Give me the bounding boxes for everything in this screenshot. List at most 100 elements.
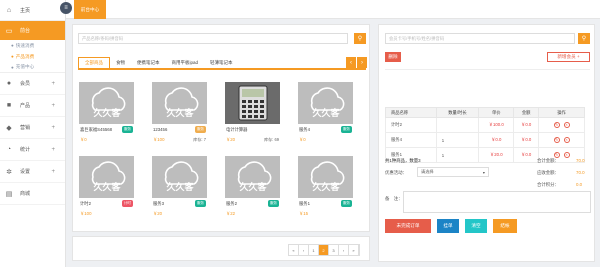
tab-portable-notebook[interactable]: 便携笔记本 [131,57,166,68]
svg-text:久久客: 久久客 [312,181,340,192]
menu-toggle-icon[interactable]: ≡ [60,2,72,14]
sidebar-item-marketing[interactable]: ◆ 营销 + [0,117,65,139]
points-label: 合计积分： [537,182,559,187]
cart-summary: 共1种商品，数量3 [385,158,421,163]
caret-down-icon: ▾ [482,169,485,175]
product-card[interactable]: 久久客 服务2 服务 ￥22 [225,156,280,222]
tag-icon: ◆ [6,124,12,132]
tab-all[interactable]: 全部商品 [78,57,110,68]
tabs-next-button[interactable]: › [357,57,367,68]
product-price: ￥0 [80,137,87,142]
product-image-placeholder: 久久客 [298,156,353,198]
plus-icon: + [51,80,55,87]
product-image-placeholder: 久久客 [79,156,134,198]
edit-icon[interactable]: ✎ [553,122,560,128]
product-type-badge: 服务 [267,200,279,207]
product-price: ￥20 [153,211,163,216]
cart-item-name: 服务4 [385,132,437,148]
product-image-placeholder: 久久客 [79,82,134,124]
product-type-badge: 服务 [194,200,206,207]
delete-icon[interactable]: × [563,152,570,158]
sidebar-item-front[interactable]: ▭ 前台 [0,21,65,40]
sidebar-sub-product[interactable]: ● 产品消费 [0,51,65,62]
svg-text:久久客: 久久客 [93,107,121,118]
sidebar-front-label: 前台 [20,28,31,34]
sidebar-item-settings[interactable]: ✲ 设置 + [0,161,65,183]
product-name: 服务4 [299,127,310,132]
settle-button[interactable]: 结帐 [493,219,517,233]
tab-ipad[interactable]: 商用平板ipad [166,57,205,68]
sidebar-item-mall[interactable]: ▤ 商城 [0,183,65,205]
product-card[interactable]: 电计计算器 ￥20 库存: 69 [225,82,280,148]
sidebar-item-stats[interactable]: ◔ 统计 + [0,139,65,161]
monitor-icon: ▭ [5,27,13,35]
add-member-button[interactable]: 新增会员 + [547,52,590,62]
sidebar-item-product[interactable]: ■ 产品 + [0,95,65,117]
product-search-button[interactable]: ⚲ [354,33,366,44]
plus-icon: + [51,168,55,175]
member-search-button[interactable]: ⚲ [578,33,590,44]
cart-row[interactable]: 服务4 1 ￥0.0 ￥0.0 ✎ × [385,132,585,148]
sidebar-sub-recharge[interactable]: ● 充值中心 [0,62,65,73]
sidebar: ⌂ 主页 ▭ 前台 ● 快速消费 ● 产品消费 ● 充值中心 ● 会员 + ■ 产品 +… [0,0,66,267]
chevron-left-icon: ‹ [350,59,352,66]
page-button[interactable]: › [339,245,349,255]
page-button[interactable]: ‹ [299,245,309,255]
tabs-prev-button[interactable]: ‹ [346,57,356,68]
product-card[interactable]: 久久客计时2 计时 ￥100 [79,156,134,222]
product-name: 服务3 [153,201,164,206]
product-type-badge: 服务 [340,126,352,133]
hang-order-button[interactable]: 挂单 [437,219,459,233]
payable-value: 70.0 [576,170,585,175]
points-value: 0.0 [576,182,583,187]
product-image-placeholder: 久久客 [225,156,280,198]
unfinished-orders-button[interactable]: 未完成订单 [385,219,431,233]
product-card[interactable]: 久久客服务3 服务 ￥20 [152,156,207,222]
product-card[interactable]: 久久客 服务4 服务 ￥0 [298,82,353,148]
product-card[interactable]: 久久客 喜巨家福S45568 服务 ￥0 [79,82,134,148]
remark-textarea[interactable] [403,191,591,213]
member-search-input[interactable]: 会员卡号/手机号/姓名/拼音码 [385,33,575,44]
product-type-badge: 计时 [121,200,133,207]
product-card[interactable]: 久久客 服务1 服务 ￥15 [298,156,353,222]
cart-row[interactable]: 计时2 ￥100.0 ￥0.0 ✎ × [385,117,585,133]
pie-chart-icon: ◔ [6,146,12,153]
pager-panel: «‹ 1 2 3 ›» [72,236,370,261]
cart-item-amount: ￥0.0 [513,117,540,133]
cart-item-qty[interactable] [435,117,480,133]
discount-label: 优惠活动： [385,170,407,175]
sidebar-item-home[interactable]: ⌂ 主页 [0,0,65,21]
page-button[interactable]: 2 [319,245,329,255]
product-image-calculator [225,82,280,124]
total-label: 合计金额： [537,158,559,163]
sidebar-item-member[interactable]: ● 会员 + [0,73,65,95]
page-button[interactable]: 3 [329,245,339,255]
product-card[interactable]: 久久客 123456 服务 ￥100 库存: 7 [152,82,207,148]
discount-select[interactable]: 请选择 ▾ [417,167,489,177]
cart-item-qty[interactable]: 1 [435,132,480,148]
product-price: ￥0 [299,137,306,142]
delete-icon[interactable]: × [563,122,570,128]
page-button[interactable]: « [289,245,299,255]
page-button[interactable]: 1 [309,245,319,255]
product-image-placeholder: 久久客 [152,156,207,198]
clear-button[interactable]: 清空 [465,219,487,233]
product-search-input[interactable]: 产品名称/条码/拼音码 [78,33,348,44]
tab-light-notebook[interactable]: 轻薄笔记本 [204,57,239,68]
tab-food[interactable]: 食物 [110,57,131,68]
tab-front-center[interactable]: 前台中心 [74,0,106,19]
delete-button[interactable]: 删除 [385,52,401,62]
col-name: 商品名称 [385,107,437,118]
page-button[interactable]: » [349,245,359,255]
edit-icon[interactable]: ✎ [553,137,560,143]
user-icon: ● [6,80,12,87]
product-name: 电计计算器 [226,127,248,132]
cart-item-price: ￥0.0 [478,132,515,148]
product-name: 计时2 [80,201,91,206]
product-price: ￥15 [299,211,309,216]
cart-item-qty[interactable]: 1 [435,147,480,163]
svg-text:久久客: 久久客 [166,107,194,118]
product-price: ￥100 [80,211,92,216]
sidebar-sub-quick[interactable]: ● 快速消费 [0,40,65,51]
delete-icon[interactable]: × [563,137,570,143]
